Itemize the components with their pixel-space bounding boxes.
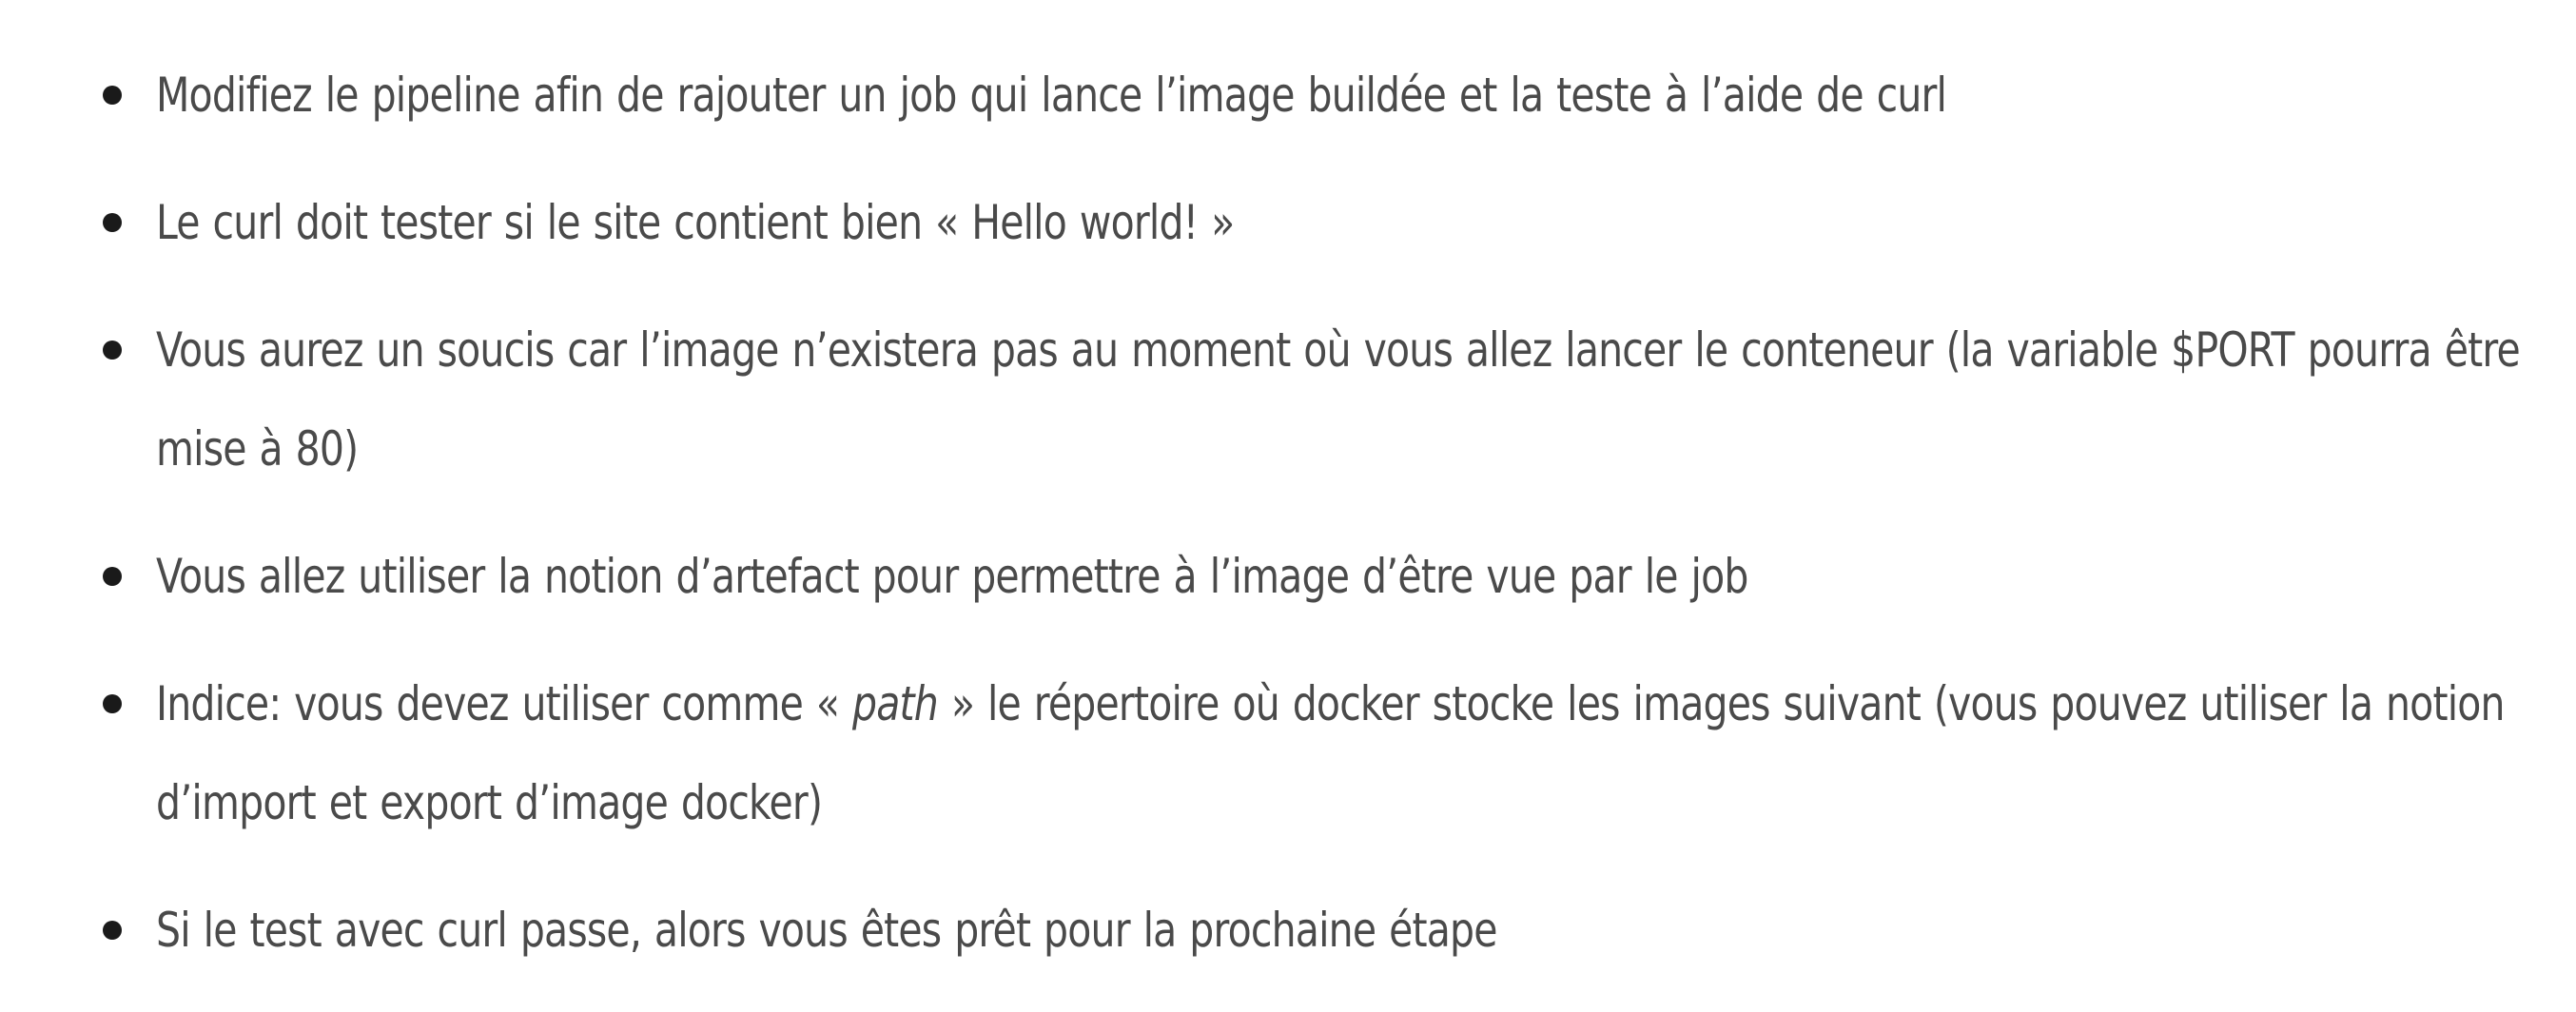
list-item-text: Modifiez le pipeline afin de rajouter un… bbox=[156, 68, 1947, 123]
list-item: Modifiez le pipeline afin de rajouter un… bbox=[103, 46, 2538, 145]
list-item-text: Indice: vous devez utiliser comme « path… bbox=[156, 676, 2506, 830]
list-item-text-wrapper: Indice: vous devez utiliser comme « path… bbox=[156, 654, 2539, 852]
hint-prefix-text: Indice: vous devez utiliser comme « bbox=[156, 676, 853, 731]
list-item: Le curl doit tester si le site contient … bbox=[103, 173, 2538, 272]
bullet-icon bbox=[103, 341, 122, 360]
list-item-text: Vous allez utiliser la notion d’artefact… bbox=[156, 549, 1748, 604]
list-item-text: Vous aurez un soucis car l’image n’exist… bbox=[156, 322, 2521, 477]
bullet-icon bbox=[103, 921, 122, 940]
list-item: Vous aurez un soucis car l’image n’exist… bbox=[103, 301, 2538, 498]
list-item-text-wrapper: Vous allez utiliser la notion d’artefact… bbox=[156, 527, 2539, 626]
list-item: Indice: vous devez utiliser comme « path… bbox=[103, 654, 2538, 852]
bullet-icon bbox=[103, 567, 122, 586]
list-item-text: Le curl doit tester si le site contient … bbox=[156, 195, 1235, 250]
bullet-icon bbox=[103, 86, 122, 105]
bullet-icon bbox=[103, 213, 122, 232]
instruction-bullet-list: Modifiez le pipeline afin de rajouter un… bbox=[103, 46, 2538, 980]
list-item-text-wrapper: Si le test avec curl passe, alors vous ê… bbox=[156, 881, 2539, 980]
list-item: Si le test avec curl passe, alors vous ê… bbox=[103, 881, 2538, 980]
list-item-text-wrapper: Le curl doit tester si le site contient … bbox=[156, 173, 2539, 272]
list-item-text-wrapper: Modifiez le pipeline afin de rajouter un… bbox=[156, 46, 2539, 145]
list-item-text: Si le test avec curl passe, alors vous ê… bbox=[156, 903, 1498, 958]
path-emphasis-text: path bbox=[852, 676, 939, 731]
bullet-icon bbox=[103, 694, 122, 713]
list-item: Vous allez utiliser la notion d’artefact… bbox=[103, 527, 2538, 626]
list-item-text-wrapper: Vous aurez un soucis car l’image n’exist… bbox=[156, 301, 2539, 498]
